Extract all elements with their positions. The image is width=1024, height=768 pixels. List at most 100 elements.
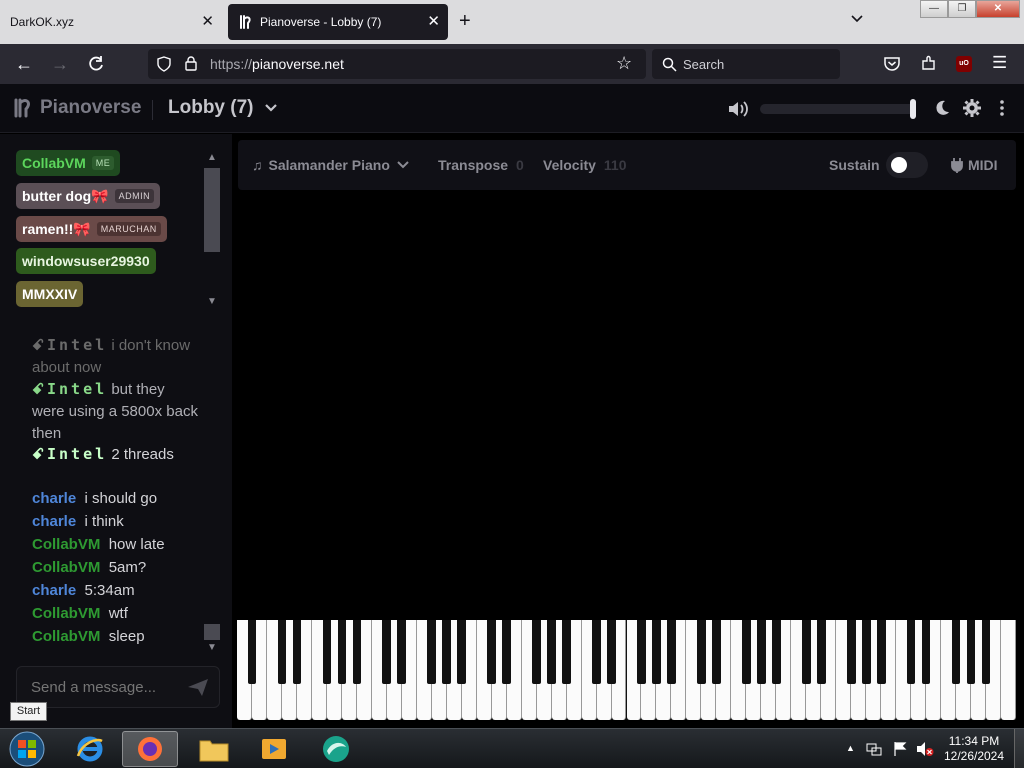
black-key[interactable] — [846, 620, 856, 684]
volume-slider[interactable] — [760, 99, 916, 119]
tab-pianoverse[interactable]: Pianoverse - Lobby (7) ✕ — [228, 4, 448, 40]
black-key[interactable] — [667, 620, 676, 684]
forward-arrow-icon[interactable]: → — [50, 54, 70, 74]
new-tab-button[interactable]: + — [459, 10, 471, 32]
send-icon[interactable] — [187, 677, 209, 697]
close-tab-icon[interactable]: ✕ — [201, 14, 214, 29]
hamburger-menu-icon[interactable]: ☰ — [992, 53, 1007, 73]
velocity-value[interactable]: 110 — [604, 157, 627, 173]
black-key[interactable] — [966, 620, 976, 684]
black-key[interactable] — [292, 620, 302, 684]
url-bar[interactable]: https://pianoverse.net ☆ — [148, 49, 646, 79]
black-key[interactable] — [742, 620, 751, 684]
black-key[interactable] — [247, 620, 257, 684]
action-center-flag-icon[interactable] — [892, 741, 908, 757]
minimize-button[interactable]: — — [920, 0, 948, 18]
black-key[interactable] — [801, 620, 811, 684]
taskbar-firefox[interactable] — [122, 731, 178, 767]
scrollbar-thumb[interactable] — [204, 624, 220, 640]
settings-gear-icon[interactable] — [962, 98, 982, 118]
back-arrow-icon[interactable]: ← — [14, 54, 34, 74]
black-key[interactable] — [397, 620, 407, 684]
show-hidden-icons-arrow-icon[interactable]: ▲ — [846, 743, 855, 753]
black-key[interactable] — [652, 620, 661, 684]
black-key[interactable] — [457, 620, 467, 684]
volume-muted-icon[interactable] — [916, 741, 934, 757]
user-chip[interactable]: MMXXIV — [16, 281, 84, 307]
black-key[interactable] — [607, 620, 616, 684]
transpose-value[interactable]: 0 — [516, 157, 524, 173]
black-key[interactable] — [756, 620, 766, 684]
more-options-icon[interactable] — [992, 98, 1012, 118]
black-key[interactable] — [637, 620, 646, 684]
user-chip[interactable]: butter dog🎀 ADMIN — [16, 183, 161, 209]
black-key[interactable] — [906, 620, 916, 684]
chat-scrollbar[interactable]: ▼ — [204, 624, 220, 654]
velocity-control[interactable]: Velocity 110 — [543, 157, 627, 173]
black-key[interactable] — [502, 620, 511, 684]
taskbar-clock[interactable]: 11:34 PM 12/26/2024 — [940, 734, 1008, 764]
black-key[interactable] — [771, 620, 781, 684]
show-desktop-button[interactable] — [1014, 729, 1024, 768]
user-chip[interactable]: ramen!!🎀 MARUCHAN — [16, 216, 167, 242]
dark-mode-moon-icon[interactable] — [932, 98, 952, 118]
search-bar[interactable]: Search — [652, 49, 840, 79]
taskbar-file-explorer[interactable] — [186, 731, 242, 767]
black-key[interactable] — [547, 620, 556, 684]
scrollbar-thumb[interactable] — [204, 168, 220, 252]
bookmark-star-icon[interactable]: ☆ — [616, 53, 632, 74]
black-key[interactable] — [816, 620, 826, 684]
black-key[interactable] — [322, 620, 332, 684]
black-key[interactable] — [442, 620, 452, 684]
white-key[interactable] — [1001, 620, 1016, 720]
midi-button[interactable]: MIDI — [950, 157, 998, 173]
black-key[interactable] — [337, 620, 347, 684]
black-key[interactable] — [921, 620, 931, 684]
black-key[interactable] — [352, 620, 362, 684]
pocket-icon[interactable] — [883, 56, 901, 72]
ublock-origin-icon[interactable]: uO — [956, 56, 972, 72]
network-icon[interactable] — [866, 741, 882, 757]
black-key[interactable] — [277, 620, 287, 684]
windows-start-orb-icon[interactable] — [6, 729, 48, 768]
taskbar-app[interactable] — [308, 731, 364, 767]
user-chip[interactable]: CollabVM ME — [16, 150, 121, 176]
piano-keyboard[interactable] — [237, 620, 1016, 720]
list-all-tabs-icon[interactable] — [850, 12, 864, 26]
volume-slider-thumb[interactable] — [910, 99, 916, 119]
url-text[interactable]: https://pianoverse.net — [210, 56, 344, 72]
black-key[interactable] — [427, 620, 437, 684]
tab-darkok[interactable]: DarkOK.xyz ✕ — [0, 4, 222, 40]
black-key[interactable] — [861, 620, 871, 684]
close-tab-icon[interactable]: ✕ — [427, 14, 440, 29]
instrument-selector[interactable]: ♫ Salamander Piano — [252, 157, 410, 173]
extensions-puzzle-icon[interactable] — [920, 55, 937, 72]
taskbar-media-player[interactable] — [246, 731, 302, 767]
sustain-toggle[interactable] — [886, 152, 928, 178]
scroll-down-icon[interactable]: ▼ — [207, 642, 217, 653]
user-list-scrollbar[interactable]: ▲ ▼ — [204, 152, 220, 308]
site-logo[interactable]: Pianoverse — [12, 97, 141, 119]
black-key[interactable] — [697, 620, 706, 684]
black-key[interactable] — [382, 620, 392, 684]
shield-icon[interactable] — [156, 56, 172, 72]
black-key[interactable] — [487, 620, 497, 684]
maximize-button[interactable]: ❐ — [948, 0, 976, 18]
black-key[interactable] — [951, 620, 961, 684]
black-key[interactable] — [712, 620, 721, 684]
black-key[interactable] — [876, 620, 886, 684]
transpose-control[interactable]: Transpose 0 — [438, 157, 524, 173]
room-selector[interactable]: Lobby (7) — [168, 97, 278, 119]
black-key[interactable] — [562, 620, 571, 684]
reload-icon[interactable] — [86, 54, 106, 74]
volume-icon[interactable] — [727, 99, 749, 119]
user-chip[interactable]: windowsuser29930 — [16, 248, 156, 274]
lock-icon[interactable] — [184, 55, 198, 72]
black-key[interactable] — [981, 620, 991, 684]
taskbar-internet-explorer[interactable] — [62, 731, 118, 767]
scroll-up-icon[interactable]: ▲ — [207, 152, 217, 163]
message-input[interactable] — [31, 679, 181, 696]
black-key[interactable] — [532, 620, 541, 684]
window-close-button[interactable]: ✕ — [976, 0, 1020, 18]
black-key[interactable] — [592, 620, 601, 684]
